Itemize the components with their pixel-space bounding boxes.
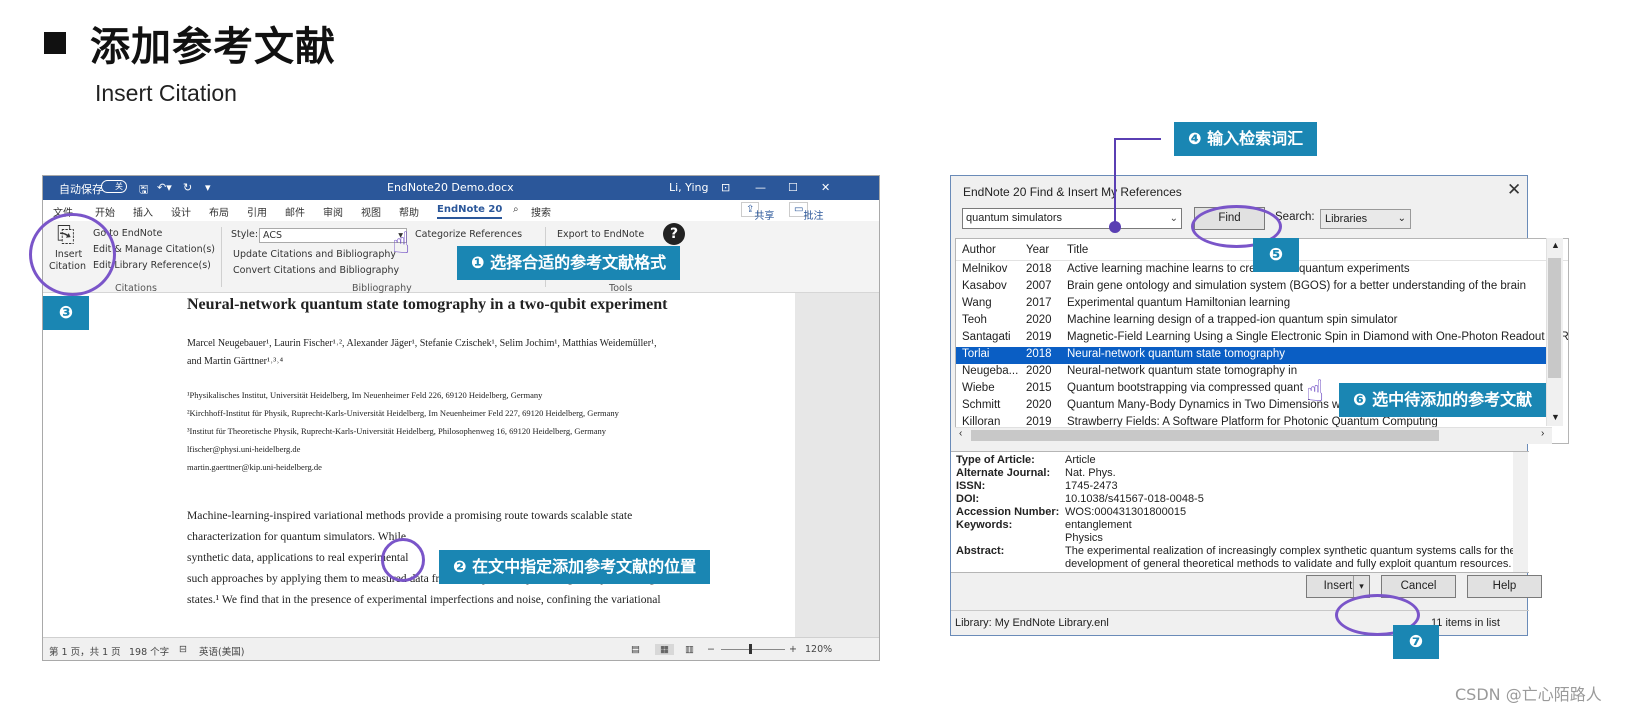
- annotation-step-7: ❼: [1393, 625, 1439, 659]
- annotation-step-5: ❺: [1253, 238, 1299, 272]
- highlight-oval: [381, 538, 425, 582]
- highlight-oval: [29, 213, 116, 296]
- annotation-step-4: ❹ 输入检索词汇: [1174, 122, 1318, 156]
- annotation-step-2: ❷ 在文中指定添加参考文献的位置: [439, 550, 711, 584]
- annotation-step-6: ❻ 选中待添加的参考文献: [1339, 383, 1547, 417]
- pointer-hand-icon: ☝: [392, 226, 411, 261]
- annotation-step-1: ❶ 选择合适的参考文献格式: [457, 246, 681, 280]
- watermark: CSDN @亡心陌路人: [1455, 685, 1602, 704]
- annotation-step-3: ❸: [43, 296, 89, 330]
- pointer-hand-icon: ☝: [1306, 374, 1325, 409]
